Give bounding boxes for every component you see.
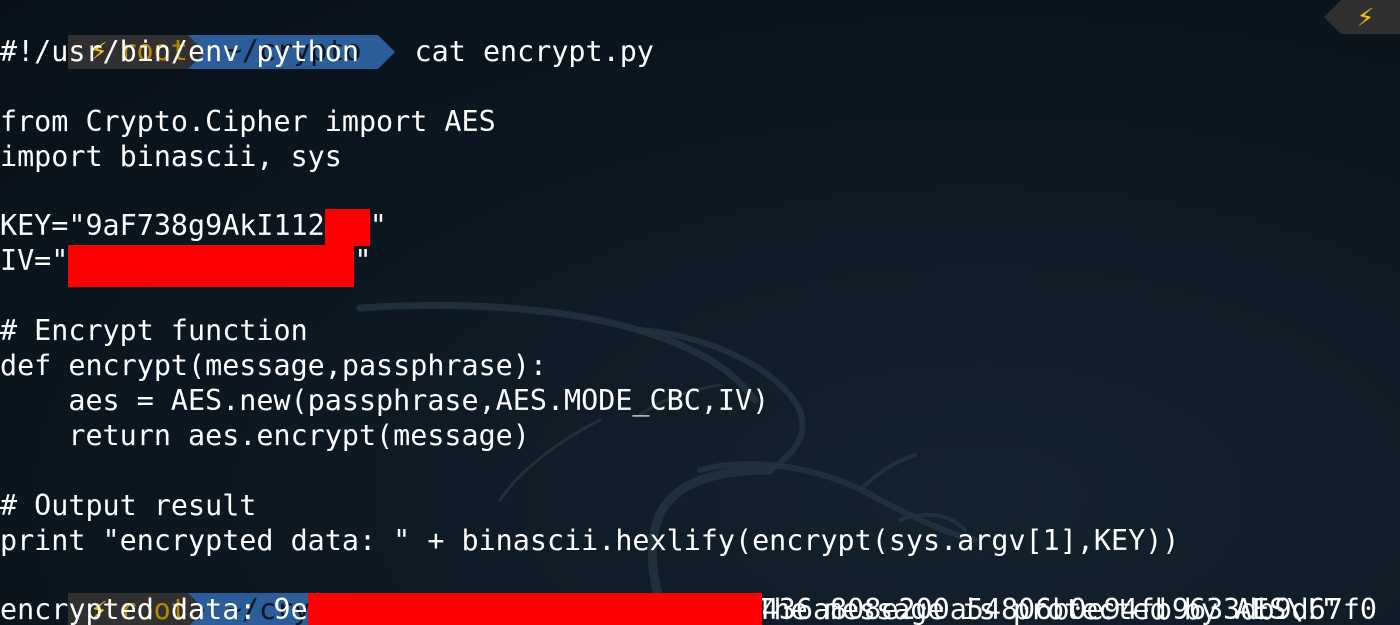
output-line: encrypted data: 9e 436a808e200a54806b0e94… [0,593,1400,625]
output-redaction [307,593,762,625]
terminal-window[interactable]: ⚡ root ~/crypto cat encrypt.py ⚡ #!/usr/… [0,0,1400,625]
key-prefix: KEY="9aF738g9AkI112 [0,209,325,243]
file-line-aes-new: aes = AES.new(passphrase,AES.MODE_CBC,IV… [0,383,770,417]
right-prompt-segment: ⚡ [1340,0,1400,34]
file-line-import-binascii: import binascii, sys [0,139,342,173]
file-line-comment-encrypt: # Encrypt function [0,314,308,348]
file-line-iv: IV=" " [0,244,1400,288]
file-line-shebang: #!/usr/bin/env python [0,34,359,68]
file-line-import-aes: from Crypto.Cipher import AES [0,104,496,138]
file-line-def: def encrypt(message,passphrase): [0,349,547,382]
iv-redaction [68,245,355,288]
right-prompt: ⚡ [1323,0,1400,34]
iv-prefix: IV=" [0,244,69,278]
file-line-print: print "encrypted data: " + binascii.hexl… [0,523,1180,557]
prompt-line-1: ⚡ root ~/crypto cat encrypt.py ⚡ [0,0,1400,69]
prompt-line-2: ⚡ root ~/crypto python2 encrypt.py "The … [0,558,1400,625]
key-suffix: " [369,209,387,243]
output-suffix: 436a808e200a54806b0e94fb9633db9d67f0 [761,593,1378,625]
file-line-return: return aes.encrypt(message) [0,418,530,452]
right-prompt-arrow [1323,0,1341,34]
output-prefix: encrypted data: 9e [0,593,308,625]
lightning-bolt-icon: ⚡ [1356,0,1374,33]
file-line-comment-output: # Output result [0,488,257,522]
iv-suffix: " [354,244,372,278]
key-redaction [324,209,370,247]
file-line-key: KEY="9aF738g9AkI112 " [0,209,1400,247]
